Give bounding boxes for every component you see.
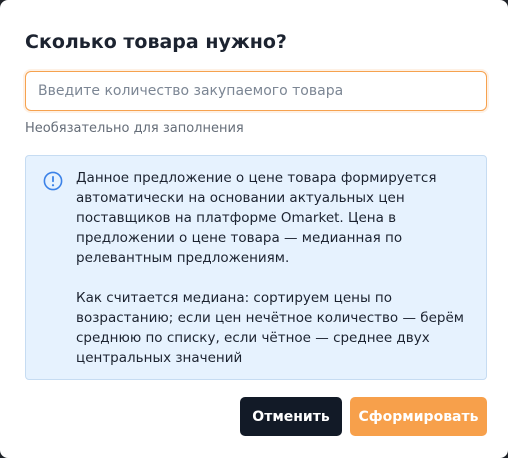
info-paragraph-median: Как считается медиана: сортируем цены по… xyxy=(76,290,464,366)
info-text: Данное предложение о цене товара формиру… xyxy=(76,168,476,368)
quantity-input[interactable] xyxy=(25,71,487,111)
info-notice: Данное предложение о цене товара формиру… xyxy=(25,155,487,380)
dialog-title: Сколько товара нужно? xyxy=(25,31,287,53)
optional-hint: Необязательно для заполнения xyxy=(25,121,244,136)
quantity-dialog: Сколько товара нужно? Необязательно для … xyxy=(0,0,508,458)
info-paragraph-pricing: Данное предложение о цене товара формиру… xyxy=(76,170,437,266)
cancel-button[interactable]: Отменить xyxy=(240,397,342,436)
alert-circle-icon xyxy=(43,171,63,191)
generate-button[interactable]: Сформировать xyxy=(350,397,487,436)
